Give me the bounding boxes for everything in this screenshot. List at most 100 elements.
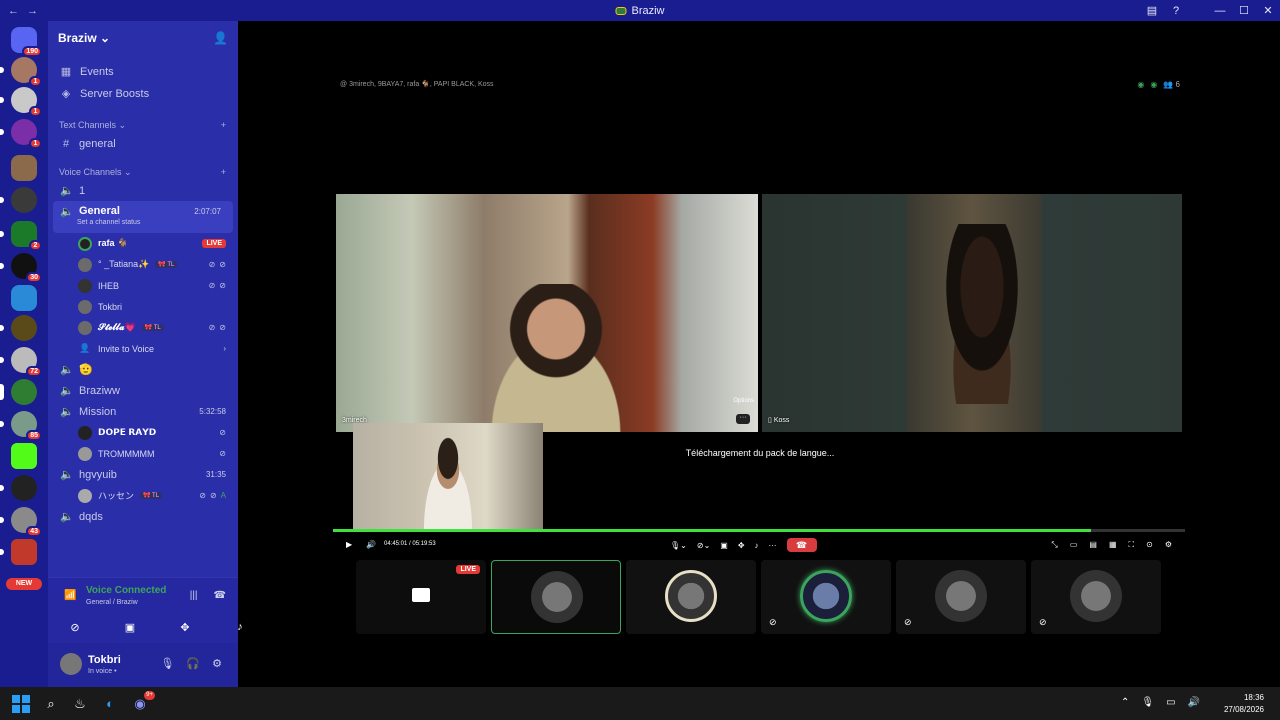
more-icon[interactable]: ··· — [769, 541, 777, 550]
steam-icon[interactable]: ♨ — [71, 695, 89, 713]
server-icon[interactable]: 43 — [0, 507, 42, 537]
add-channel-icon[interactable]: + — [221, 167, 226, 177]
server-icon[interactable] — [0, 187, 37, 213]
collapse-icon[interactable]: ⤡ — [1051, 540, 1057, 550]
server-icon[interactable] — [0, 315, 37, 341]
microphone-icon[interactable]: 🎙⌄ — [670, 541, 687, 550]
voice-channels-category[interactable]: Voice Channels ⌄ + — [48, 164, 238, 180]
participant-stream-tile[interactable]: LIVE — [356, 560, 486, 634]
gear-icon[interactable]: ⚙ — [212, 657, 222, 670]
volume-icon[interactable]: 🔊 — [1188, 697, 1200, 708]
voice-member[interactable]: IHEB ⊘ ⊘ — [48, 275, 238, 296]
activity-icon[interactable]: ◉ — [1150, 80, 1157, 89]
participant-tile[interactable]: ⊘ — [761, 560, 891, 634]
voice-channel-dqds[interactable]: 🔈 dqds — [48, 506, 238, 527]
popout-icon[interactable]: ▭ — [1070, 540, 1078, 550]
chevron-up-icon[interactable]: ⌃ — [1121, 697, 1129, 708]
voice-member[interactable]: rafa 🐐 LIVE — [48, 233, 238, 254]
share-screen-button[interactable]: ▣ — [111, 616, 149, 638]
edge-icon[interactable]: ◐ — [101, 695, 119, 713]
microphone-icon[interactable]: 🎙 — [160, 657, 174, 670]
server-icon[interactable] — [0, 539, 37, 565]
add-member-icon[interactable]: 👤 — [213, 31, 228, 45]
play-icon[interactable]: ▶ — [346, 540, 352, 549]
chat-icon[interactable]: ▤ — [1089, 540, 1097, 550]
forward-arrow-icon[interactable]: → — [27, 5, 38, 17]
server-icon[interactable]: 1 — [0, 57, 42, 87]
participant-tile[interactable]: ⊘ — [1031, 560, 1161, 634]
activities-button[interactable]: ✥ — [166, 616, 204, 638]
picture-in-picture-video[interactable] — [353, 423, 543, 529]
network-icon[interactable]: ▭ — [1166, 697, 1175, 708]
participant-tile[interactable]: ⊘ — [896, 560, 1026, 634]
activities-icon[interactable]: ✥ — [738, 541, 745, 550]
video-tile-koss[interactable]: ▯ Koss — [762, 194, 1182, 432]
invite-to-voice[interactable]: 👤 Invite to Voice › — [48, 338, 238, 359]
channel-status[interactable]: Set a channel status — [77, 219, 140, 226]
voice-channel-general[interactable]: 🔈 General 2:07:07 Set a channel status — [53, 201, 233, 233]
voice-member[interactable]: 𝗗𝗢𝗣𝗘 𝗥𝗔𝗬𝗗 ⊘ — [48, 422, 238, 443]
soundboard-icon[interactable]: ♪ — [755, 541, 759, 550]
clock[interactable]: 18:36 27/08/2026 — [1224, 692, 1264, 716]
disconnect-icon[interactable]: ☎ — [214, 590, 226, 601]
server-icon[interactable] — [0, 475, 37, 501]
events-link[interactable]: ▦ Events — [48, 61, 238, 83]
voice-connected-subtitle[interactable]: General / Braziw — [86, 599, 138, 606]
add-channel-icon[interactable]: + — [221, 120, 226, 130]
microphone-icon[interactable]: 🎙 — [1141, 697, 1154, 708]
noise-suppression-icon[interactable]: ||| — [190, 590, 198, 601]
discord-icon[interactable]: ◉ 9+ — [131, 691, 155, 713]
voice-channel-mission[interactable]: 🔈 Mission 5:32:58 — [48, 401, 238, 422]
server-icon[interactable]: 1 — [0, 87, 42, 117]
channel-general[interactable]: # general — [48, 133, 238, 154]
camera-off-icon[interactable]: ⊘⌄ — [697, 541, 710, 550]
playback-icon[interactable]: ⊙ — [1146, 540, 1153, 550]
voice-channel-1[interactable]: 🔈 1 — [48, 180, 238, 201]
maximize-button[interactable]: ☐ — [1232, 4, 1256, 17]
voice-member[interactable]: 𝓢𝓽𝓮𝓵𝓵𝓪💗 🎀 TL ⊘ ⊘ — [48, 317, 238, 338]
search-icon[interactable]: ⌕ — [42, 695, 60, 713]
server-icon[interactable] — [11, 155, 37, 181]
back-arrow-icon[interactable]: ← — [8, 5, 19, 17]
voice-member[interactable]: TROMMMMM ⊘ — [48, 443, 238, 464]
avatar[interactable] — [60, 653, 82, 675]
video-tile-3mirech[interactable]: 3mirech Options ··· — [336, 194, 758, 432]
hang-up-button[interactable]: ☎ — [786, 538, 817, 552]
voice-member[interactable]: Tokbri — [48, 296, 238, 317]
gear-icon[interactable]: ⚙ — [1165, 540, 1172, 550]
voice-member[interactable]: ハッセン 🎀 TL ⊘ ⊘ A — [48, 485, 238, 506]
server-icon[interactable]: 72 — [0, 347, 42, 377]
server-icon[interactable] — [11, 285, 37, 311]
help-icon[interactable]: ? — [1164, 5, 1188, 17]
windows-start-icon[interactable] — [12, 695, 30, 713]
voice-channel-hgvyuib[interactable]: 🔈 hgvyuib 31:35 — [48, 464, 238, 485]
server-icon[interactable]: 85 — [0, 411, 42, 441]
members-icon[interactable]: 👥 6 — [1163, 80, 1180, 89]
participant-tile[interactable] — [626, 560, 756, 634]
volume-icon[interactable]: 🔊 — [366, 540, 376, 549]
voice-member[interactable]: ° _Tatiana✨ 🎀 TL ⊘ ⊘ — [48, 254, 238, 275]
server-icon[interactable]: 2 — [0, 221, 42, 251]
signal-icon[interactable]: 📶 — [64, 590, 76, 601]
minimize-button[interactable]: — — [1208, 5, 1232, 17]
more-options-icon[interactable]: ··· — [736, 414, 750, 424]
voice-channel-emoji[interactable]: 🔈 🫡 — [48, 359, 238, 380]
server-icon[interactable]: 30 — [0, 253, 42, 283]
server-icon[interactable] — [11, 443, 37, 469]
server-icon[interactable]: 1 — [0, 119, 42, 149]
inbox-icon[interactable]: ▤ — [1140, 4, 1164, 17]
status-icon[interactable]: ◉ — [1137, 80, 1144, 89]
headphones-icon[interactable]: 🎧 — [186, 657, 200, 670]
screen-share-icon[interactable]: ▣ — [720, 541, 728, 550]
guild-header[interactable]: Braziw ⌄ 👤 — [48, 21, 238, 55]
server-boosts-link[interactable]: ◈ Server Boosts — [48, 83, 238, 105]
camera-off-button[interactable]: ⊘ — [56, 616, 94, 638]
close-window-button[interactable]: ✕ — [1256, 4, 1280, 17]
participant-tile[interactable] — [491, 560, 621, 634]
server-icon-braziw[interactable] — [0, 379, 37, 405]
discord-home-icon[interactable]: 190 — [11, 27, 42, 57]
voice-channel-braziww[interactable]: 🔈 Braziww — [48, 380, 238, 401]
playback-progress[interactable] — [333, 529, 1185, 532]
text-channels-category[interactable]: Text Channels ⌄ + — [48, 117, 238, 133]
layout-icon[interactable]: ▦ — [1109, 540, 1117, 550]
